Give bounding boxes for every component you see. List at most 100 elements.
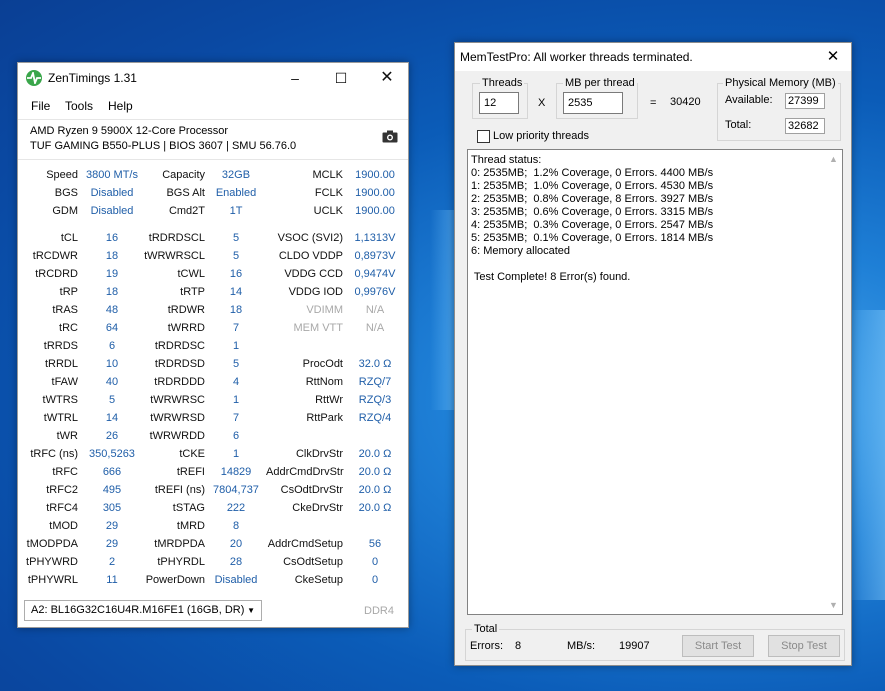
timing-label-uclk: UCLK (313, 205, 343, 217)
timing-value-trrdl: 10 (105, 358, 119, 370)
mb-per-thread-label: MB per thread (563, 77, 637, 89)
timing-label-tcwl: tCWL (177, 268, 206, 280)
timing-value-rttnom: RZQ/7 (358, 376, 392, 388)
timing-label-trfc4: tRFC4 (46, 502, 78, 514)
zentimings-window: ZenTimings 1.31 – ☐ ✕ File Tools Help AM… (17, 62, 409, 628)
zentimings-footer: A2: BL16G32C16U4R.M16FE1 (16GB, DR) ▼ DD… (18, 593, 408, 629)
timing-value-trdrdsd: 5 (232, 358, 240, 370)
screenshot-camera-icon[interactable] (382, 130, 398, 143)
threads-label: Threads (480, 77, 525, 89)
timing-value-speed: 3800 MT/s (86, 169, 138, 181)
divider (18, 119, 408, 120)
timing-label-trcdrd: tRCDRD (35, 268, 78, 280)
timing-value-bgs: Disabled (90, 187, 134, 199)
timing-value-tcke: 1 (232, 448, 240, 460)
zentimings-title: ZenTimings 1.31 (48, 71, 137, 85)
timing-label-trdwr: tRDWR (167, 304, 205, 316)
memtestpro-titlebar[interactable]: MemTestPro: All worker threads terminate… (455, 43, 851, 71)
close-button[interactable]: ✕ (364, 63, 410, 93)
timing-value-trefi: 14829 (220, 466, 252, 478)
zentimings-pulse-icon (26, 70, 42, 86)
timing-label-powerdown: PowerDown (145, 574, 205, 586)
timing-label-twr: tWR (56, 430, 78, 442)
timing-label-empty (266, 339, 343, 353)
low-priority-checkbox[interactable] (477, 130, 490, 143)
status-line: 3: 2535MB; 0.6% Coverage, 0 Errors. 3315… (471, 206, 714, 218)
timing-label-trdrdsc: tRDRDSC (154, 340, 205, 352)
minimize-button[interactable]: – (272, 63, 318, 93)
timing-value-tphyrdl: 28 (229, 556, 243, 568)
timing-label-twrwrsc: tWRWRSC (150, 394, 205, 406)
timing-label-tmod: tMOD (49, 520, 78, 532)
timing-value-tphywrl: 11 (106, 574, 118, 586)
thread-status-log[interactable]: Thread status: 0: 2535MB; 1.2% Coverage, … (467, 149, 843, 615)
menu-help[interactable]: Help (108, 99, 133, 113)
errors-value: 8 (515, 640, 522, 652)
cpu-name: AMD Ryzen 9 5900X 12-Core Processor (30, 125, 229, 137)
timing-label-tmodpda: tMODPDA (26, 538, 78, 550)
timing-label-tmrdpda: tMRDPDA (154, 538, 205, 550)
timing-label-addrcmdsetup: AddrCmdSetup (267, 538, 343, 550)
timing-value-addrcmddrvstr: 20.0 Ω (358, 466, 392, 478)
timing-value-empty (344, 519, 406, 533)
scroll-up-icon[interactable]: ▲ (829, 154, 838, 164)
timing-value-trdrdscl: 5 (232, 232, 240, 244)
dimm-select[interactable]: A2: BL16G32C16U4R.M16FE1 (16GB, DR) ▼ (24, 600, 262, 621)
status-line: Thread status: (471, 154, 542, 166)
timing-label-cldo-vddp: CLDO VDDP (278, 250, 343, 262)
chevron-down-icon: ▼ (247, 606, 255, 615)
timing-value-empty (344, 429, 406, 443)
maximize-button[interactable]: ☐ (318, 63, 364, 93)
timing-label-bgs: BGS (54, 187, 78, 199)
low-priority-label: Low priority threads (493, 130, 589, 142)
status-line: 6: Memory allocated (471, 245, 571, 257)
status-line: 4: 2535MB; 0.3% Coverage, 0 Errors. 2547… (471, 219, 714, 231)
equals-sign: = (650, 97, 657, 109)
timing-value-twrwrsc: 1 (232, 394, 240, 406)
stop-test-button[interactable]: Stop Test (768, 635, 840, 657)
timing-label-clkdrvstr: ClkDrvStr (295, 448, 343, 460)
timing-label-trcdwr: tRCDWR (32, 250, 78, 262)
available-label: Available: (725, 94, 773, 106)
status-scrollbar[interactable]: ▲ ▼ (825, 150, 842, 614)
timing-label-vsoc-svi2: VSOC (SVI2) (277, 232, 343, 244)
timing-value-trcdrd: 19 (105, 268, 119, 280)
timing-value-csodtdrvstr: 20.0 Ω (358, 484, 392, 496)
timing-label-rttnom: RttNom (305, 376, 343, 388)
timing-label-trdrdsd: tRDRDSD (154, 358, 205, 370)
timing-value-twtrl: 14 (105, 412, 119, 424)
status-line: 1: 2535MB; 1.0% Coverage, 0 Errors. 4530… (471, 180, 714, 192)
status-line: 2: 2535MB; 0.8% Coverage, 8 Errors. 3927… (471, 193, 714, 205)
scroll-down-icon[interactable]: ▼ (829, 600, 838, 610)
available-value: 27399 (785, 93, 825, 109)
timing-value-trfc4: 305 (102, 502, 122, 514)
timing-label-rttwr: RttWr (315, 394, 343, 406)
timing-label-csodtdrvstr: CsOdtDrvStr (280, 484, 343, 496)
memtestpro-window: MemTestPro: All worker threads terminate… (454, 42, 852, 666)
threads-input[interactable]: 12 (479, 92, 519, 114)
menu-file[interactable]: File (31, 99, 50, 113)
close-button[interactable]: ✕ (815, 43, 851, 71)
timing-value-mclk: 1900.00 (355, 169, 395, 181)
mb-per-thread-input[interactable]: 2535 (563, 92, 623, 114)
timing-value-ckedrvstr: 20.0 Ω (358, 502, 392, 514)
zentimings-titlebar[interactable]: ZenTimings 1.31 – ☐ ✕ (18, 63, 408, 93)
memtestpro-title: MemTestPro: All worker threads terminate… (460, 50, 693, 64)
divider (18, 159, 408, 160)
timing-label-speed: Speed (46, 169, 78, 181)
timing-value-trfc-ns: 350,5263 (89, 448, 135, 460)
timing-value-tfaw: 40 (105, 376, 119, 388)
timing-label-addrcmddrvstr: AddrCmdDrvStr (266, 466, 344, 478)
timing-label-tmrd: tMRD (176, 520, 205, 532)
menu-tools[interactable]: Tools (65, 99, 93, 113)
timing-value-twrwrscl: 5 (232, 250, 240, 262)
timing-value-tmrdpda: 20 (229, 538, 243, 550)
timing-label-trtp: tRTP (180, 286, 205, 298)
start-test-button[interactable]: Start Test (682, 635, 754, 657)
timing-value-twrrd: 7 (232, 322, 240, 334)
timing-value-powerdown: Disabled (214, 574, 258, 586)
timing-value-vddg-ccd: 0,9474V (354, 268, 396, 280)
timing-value-tstag: 222 (226, 502, 246, 514)
timing-label-twrwrsd: tWRWRSD (150, 412, 205, 424)
times-sign: X (538, 97, 546, 109)
